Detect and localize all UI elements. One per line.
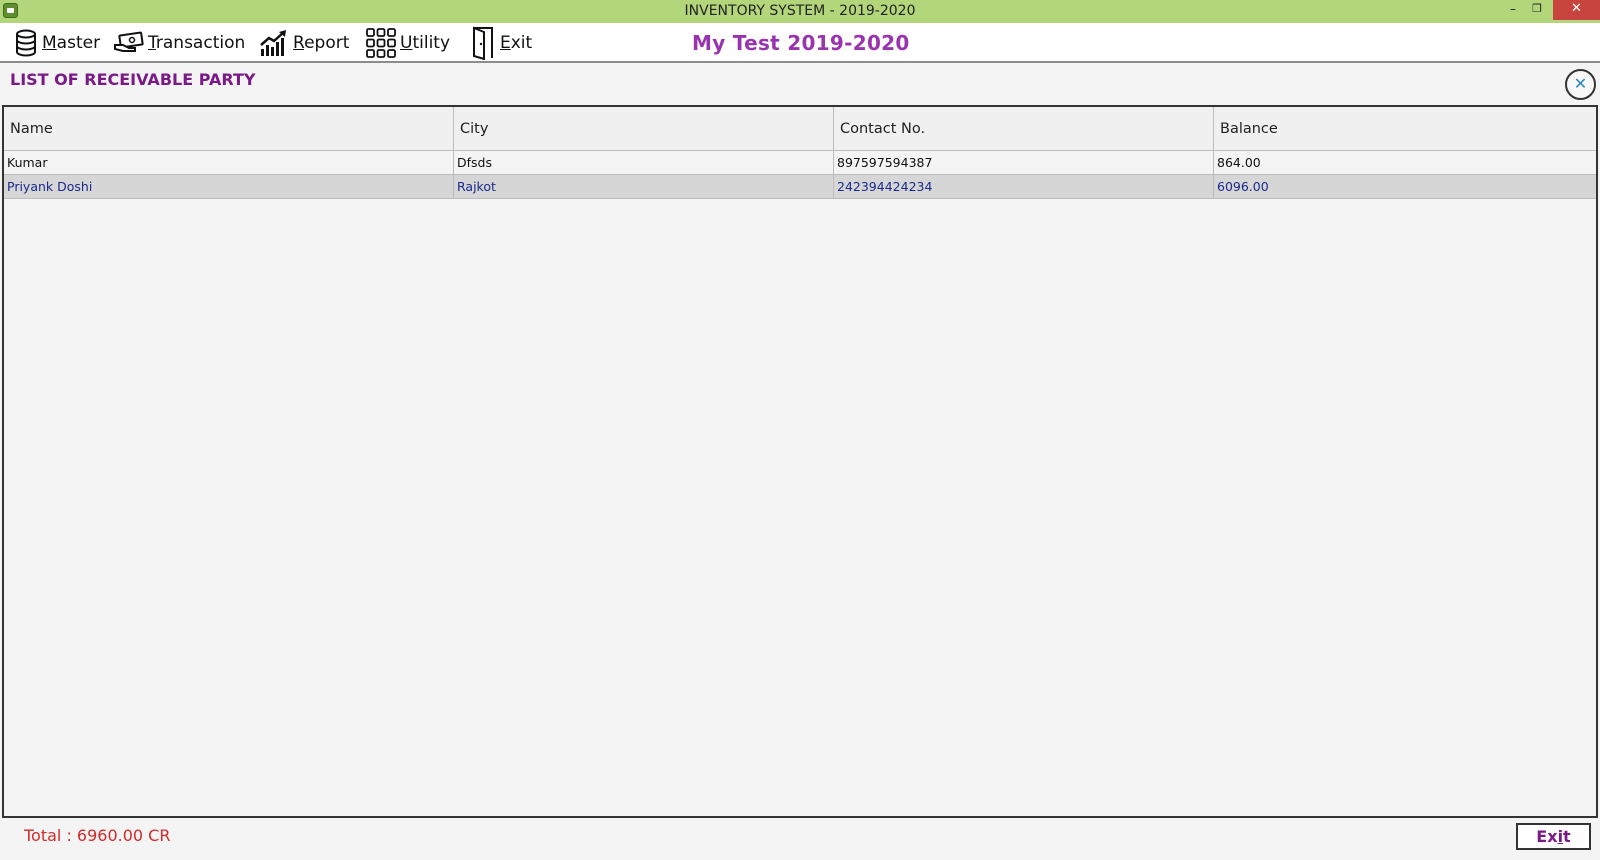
restore-button[interactable]: ❐: [1525, 0, 1549, 20]
door-exit-icon: [473, 26, 493, 60]
title-bar: INVENTORY SYSTEM - 2019-2020 – ❐ ✕: [0, 0, 1600, 23]
menu-bar: Master Transaction Report Utility Exit M…: [0, 23, 1600, 63]
table-row-selected[interactable]: Priyank Doshi Rajkot 242394424234 6096.0…: [4, 175, 1596, 199]
menu-utility[interactable]: Utility: [366, 27, 450, 59]
menu-utility-label: Utility: [400, 33, 451, 53]
cell-balance: 6096.00: [1217, 179, 1269, 194]
cell-name: Kumar: [4, 151, 454, 175]
app-window: INVENTORY SYSTEM - 2019-2020 – ❐ ✕ Maste…: [0, 0, 1600, 860]
menu-exit[interactable]: Exit: [470, 26, 533, 60]
column-header-name[interactable]: Name: [4, 107, 454, 151]
database-icon: [16, 29, 36, 57]
cell-contact: 897597594387: [834, 151, 1214, 175]
table-row[interactable]: Kumar Dfsds 897597594387 864.00: [4, 151, 1596, 175]
menu-master[interactable]: Master: [14, 27, 100, 59]
cell-balance: 864.00: [1217, 155, 1261, 170]
exit-button[interactable]: Exit: [1516, 823, 1591, 850]
grid-icon: [366, 28, 396, 58]
money-hand-icon: [114, 31, 144, 52]
party-grid: Name City Contact No. Balance Kumar Dfsd…: [2, 105, 1598, 818]
menu-report-label: Report: [293, 33, 350, 53]
menu-master-label: Master: [42, 33, 101, 53]
panel-close-button[interactable]: ✕: [1565, 69, 1596, 100]
cell-contact: 242394424234: [834, 175, 1214, 199]
panel-title: LIST OF RECEIVABLE PARTY: [10, 70, 256, 89]
minimize-button[interactable]: –: [1501, 0, 1525, 20]
window-title: INVENTORY SYSTEM - 2019-2020: [684, 3, 916, 19]
total-label: Total : 6960.00 CR: [24, 826, 171, 845]
column-header-contact[interactable]: Contact No.: [834, 107, 1214, 151]
close-window-button[interactable]: ✕: [1553, 0, 1600, 20]
menu-report[interactable]: Report: [259, 27, 349, 59]
menu-exit-label: Exit: [500, 33, 533, 53]
company-title: My Test 2019-2020: [692, 31, 910, 55]
cell-name: Priyank Doshi: [4, 175, 454, 199]
column-header-city[interactable]: City: [454, 107, 834, 151]
menu-transaction-label: Transaction: [148, 33, 246, 53]
cell-city: Dfsds: [454, 151, 834, 175]
cell-city: Rajkot: [454, 175, 834, 199]
grid-header: Name City Contact No. Balance: [4, 107, 1596, 151]
menu-transaction[interactable]: Transaction: [114, 27, 245, 59]
column-header-balance[interactable]: Balance: [1214, 107, 1596, 151]
chart-trend-icon: [260, 30, 286, 56]
